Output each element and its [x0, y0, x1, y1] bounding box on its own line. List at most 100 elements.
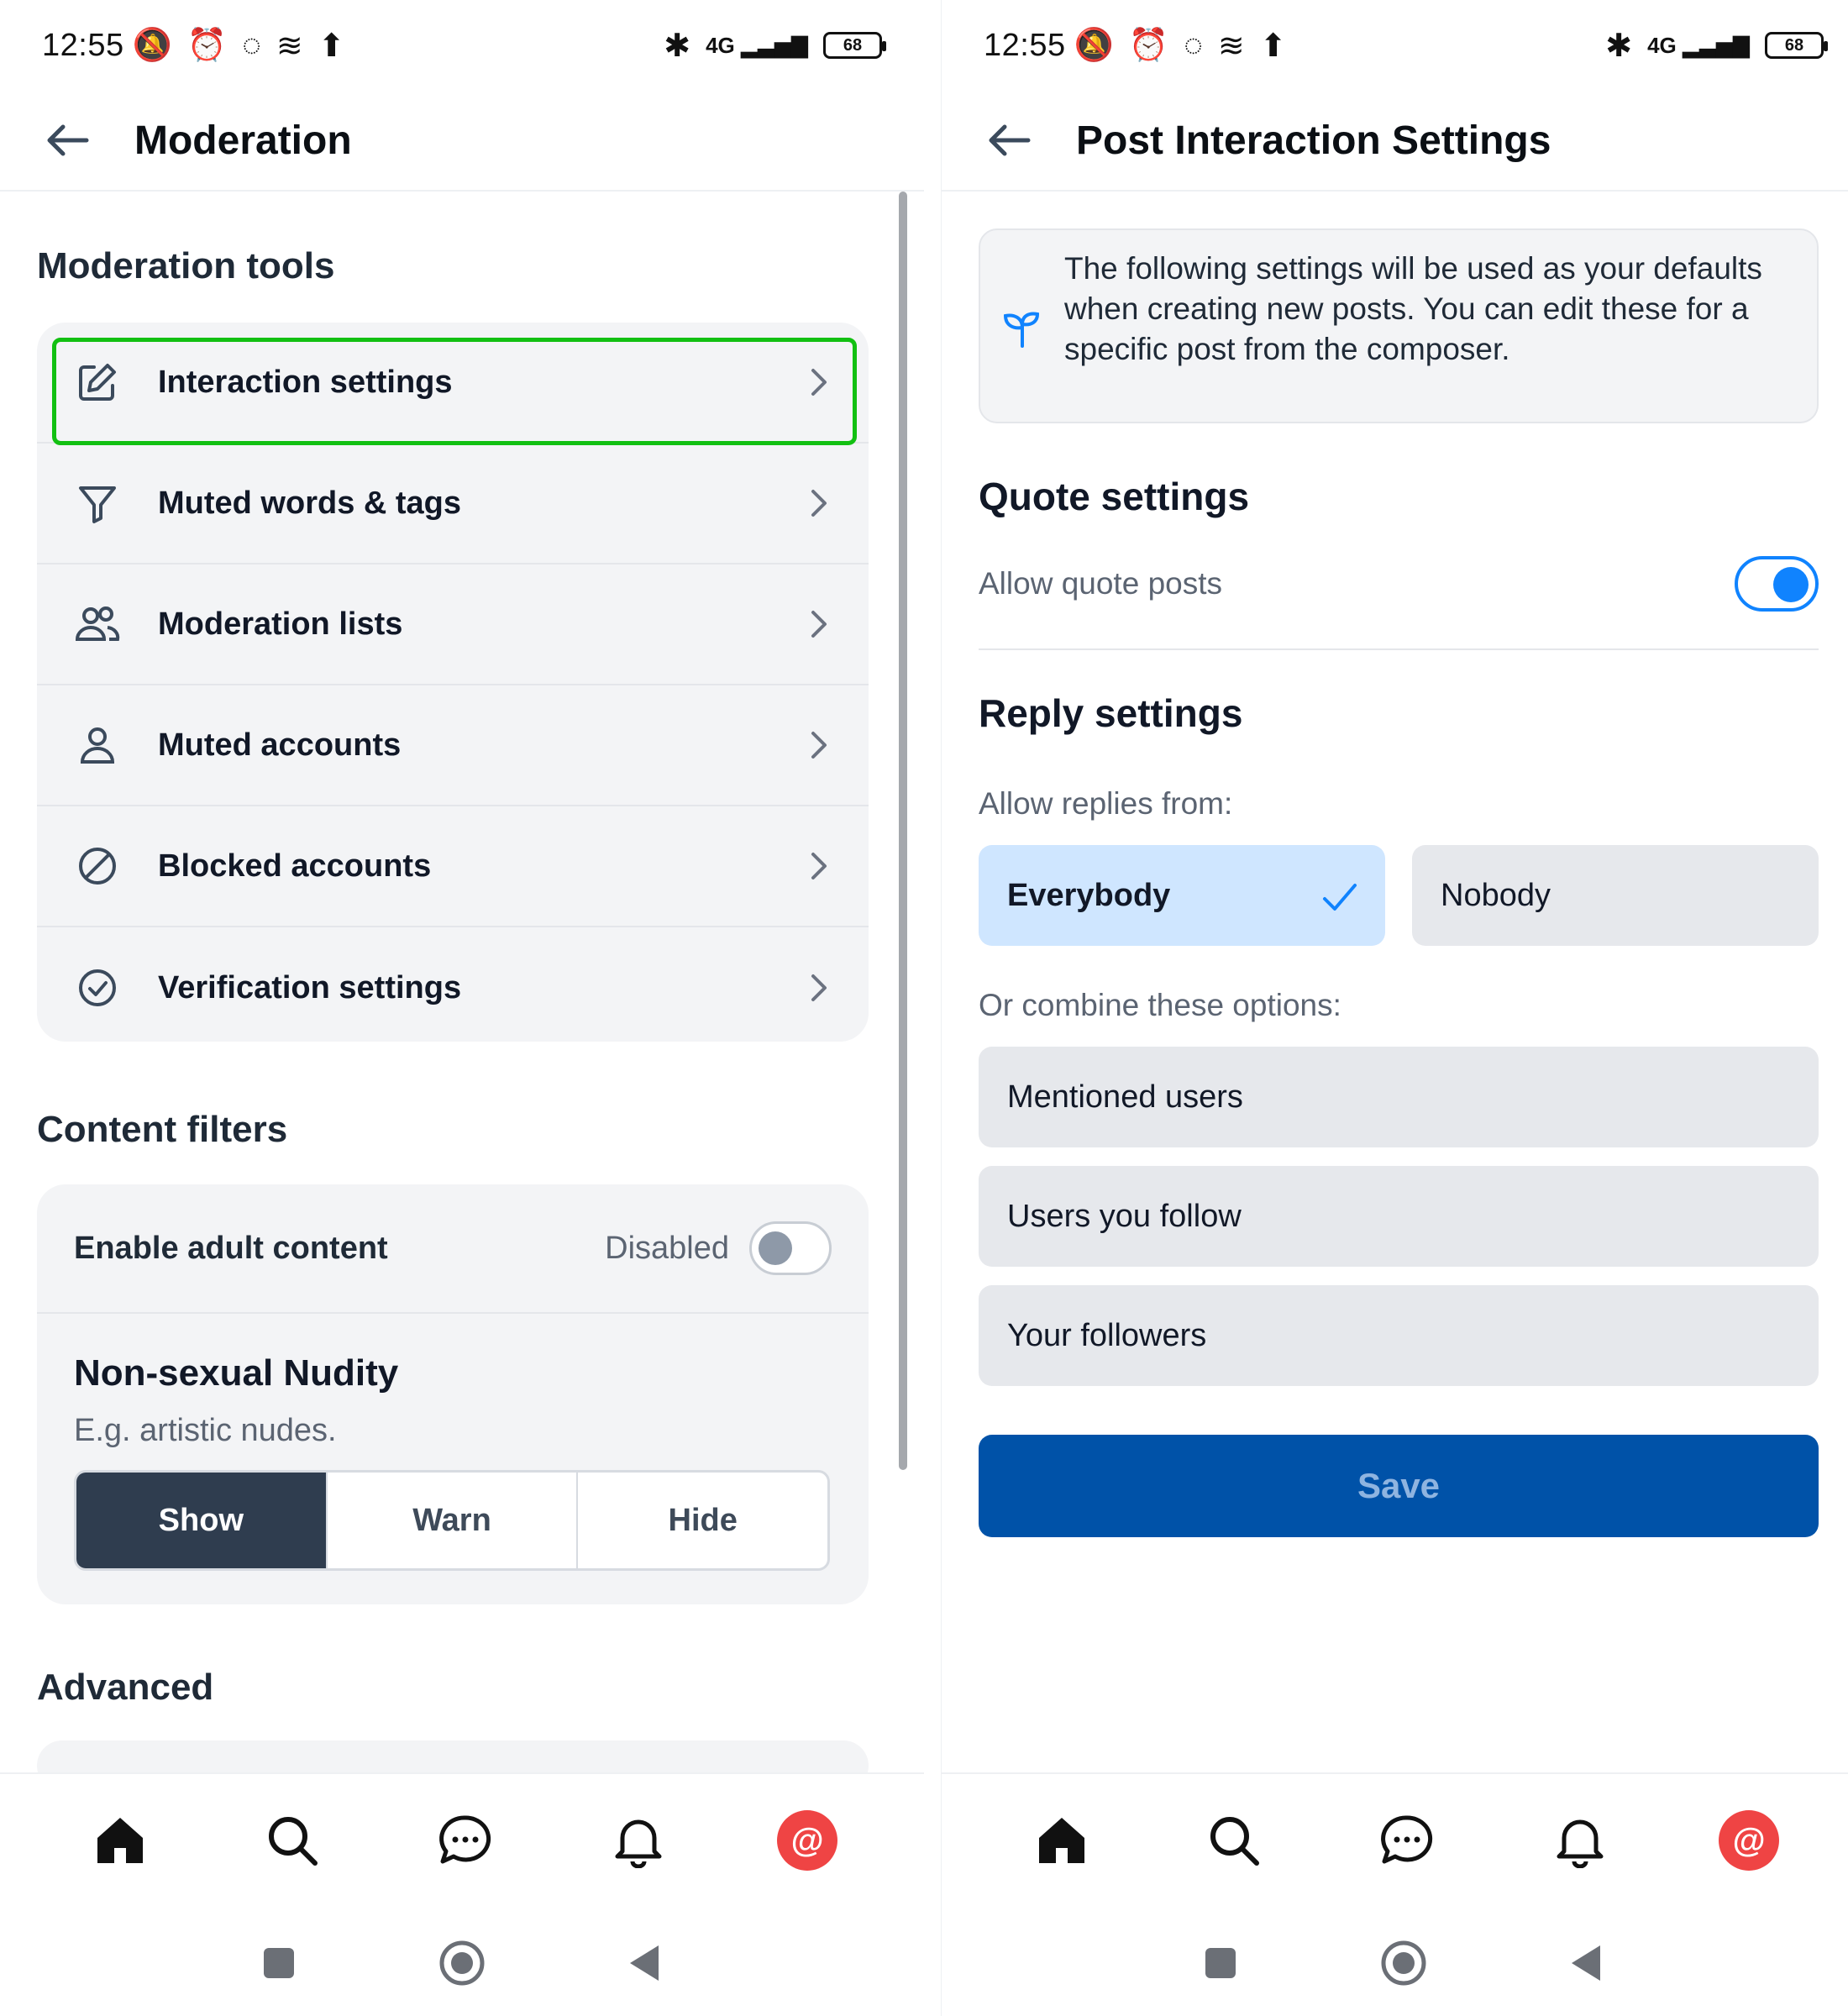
adult-content-toggle[interactable]: [749, 1221, 832, 1275]
header: Moderation: [0, 91, 924, 192]
bluetooth-icon: ✱: [664, 28, 691, 64]
filter-icon: [71, 476, 124, 530]
header: Post Interaction Settings: [942, 91, 1848, 192]
status-bar: 12:55 🔕 ⏰ ◌ ≋ ⬆ ✱ 4G ▂▃▅▇ 68: [942, 0, 1848, 91]
home-icon[interactable]: [87, 1807, 154, 1874]
upload-icon: ⬆: [318, 28, 345, 64]
layers-icon: ≋: [1217, 28, 1245, 64]
chat-icon[interactable]: [1373, 1807, 1441, 1874]
avatar[interactable]: @: [777, 1810, 838, 1871]
option-show[interactable]: Show: [76, 1473, 328, 1568]
page-title: Post Interaction Settings: [1076, 118, 1551, 163]
network-type: 4G: [706, 32, 735, 58]
bluetooth-icon: ✱: [1605, 28, 1633, 64]
menu-item-interaction-settings[interactable]: Interaction settings: [37, 323, 869, 444]
status-time: 12:55: [42, 27, 124, 63]
option-hide[interactable]: Hide: [578, 1473, 827, 1568]
battery-icon: 68: [823, 32, 886, 59]
screen-gap: [924, 0, 941, 2016]
menu-item-label: Interaction settings: [158, 364, 453, 400]
bottom-nav: @: [0, 1772, 924, 1907]
allow-quote-toggle[interactable]: [1735, 556, 1819, 612]
blocked-icon: [71, 839, 124, 893]
option-label: Your followers: [1007, 1317, 1207, 1353]
avatar[interactable]: @: [1719, 1810, 1780, 1871]
menu-item-label: Muted words & tags: [158, 485, 462, 521]
reply-option-mentioned-users[interactable]: Mentioned users: [979, 1047, 1819, 1147]
status-time: 12:55: [984, 27, 1066, 63]
reply-option-your-followers[interactable]: Your followers: [979, 1285, 1819, 1386]
check-circle-icon: [71, 961, 124, 1015]
battery-icon: 68: [1765, 32, 1828, 59]
chevron-right-icon: [811, 369, 827, 396]
home-circle-icon[interactable]: [1380, 1940, 1427, 1991]
alarm-icon: ⏰: [186, 28, 228, 63]
option-label: Everybody: [1007, 877, 1171, 913]
bell-icon[interactable]: [605, 1807, 672, 1874]
section-title-content-filters: Content filters: [37, 1109, 288, 1150]
back-arrow-icon[interactable]: [984, 115, 1034, 165]
option-warn[interactable]: Warn: [328, 1473, 579, 1568]
home-icon[interactable]: [1028, 1807, 1095, 1874]
chevron-right-icon: [811, 974, 827, 1001]
users-icon: [71, 597, 124, 651]
scrollbar[interactable]: [899, 192, 907, 1470]
check-icon: [1323, 884, 1357, 911]
alarm-icon: ⏰: [1128, 28, 1169, 63]
status-bar: 12:55 🔕 ⏰ ◌ ≋ ⬆ ✱ 4G ▂▃▅▇ 68: [0, 0, 924, 91]
whatsapp-icon: ◌: [1184, 27, 1203, 63]
system-nav: [942, 1914, 1848, 2016]
back-arrow-icon[interactable]: [42, 115, 92, 165]
menu-item-blocked-accounts[interactable]: Blocked accounts: [37, 806, 869, 927]
menu-item-label: Moderation lists: [158, 606, 403, 642]
adult-content-state: Disabled: [605, 1230, 729, 1266]
sprout-icon: [1003, 312, 1040, 348]
allow-quote-label: Allow quote posts: [979, 566, 1223, 601]
edit-icon: [71, 355, 124, 409]
nudity-segmented-control: Show Warn Hide: [74, 1470, 830, 1571]
whatsapp-icon: ◌: [242, 27, 261, 63]
notice-text: The following settings will be used as y…: [1064, 251, 1762, 366]
recents-icon[interactable]: [1204, 1946, 1237, 1984]
menu-item-moderation-lists[interactable]: Moderation lists: [37, 564, 869, 685]
signal-icon: 4G ▂▃▅▇: [1647, 32, 1750, 58]
home-circle-icon[interactable]: [438, 1940, 486, 1991]
search-icon[interactable]: [1200, 1807, 1268, 1874]
reply-option-nobody[interactable]: Nobody: [1412, 845, 1819, 946]
chevron-right-icon: [811, 611, 827, 638]
adult-content-label: Enable adult content: [74, 1230, 388, 1266]
chat-icon[interactable]: [432, 1807, 499, 1874]
nudity-title: Non-sexual Nudity: [74, 1352, 399, 1394]
section-title-moderation-tools: Moderation tools: [37, 245, 335, 286]
moderation-screen: 12:55 🔕 ⏰ ◌ ≋ ⬆ ✱ 4G ▂▃▅▇ 68 Moderation …: [0, 0, 924, 2016]
menu-item-muted-words[interactable]: Muted words & tags: [37, 444, 869, 564]
option-label: Nobody: [1441, 877, 1551, 913]
content-filters-card: Enable adult content Disabled Non-sexual…: [37, 1184, 869, 1604]
upload-icon: ⬆: [1259, 28, 1287, 64]
network-type: 4G: [1647, 32, 1677, 58]
quote-settings-title: Quote settings: [979, 475, 1250, 518]
chevron-right-icon: [811, 490, 827, 517]
combine-options-label: Or combine these options:: [979, 988, 1341, 1022]
bell-icon[interactable]: [1546, 1807, 1614, 1874]
system-nav: [0, 1914, 924, 2016]
back-triangle-icon[interactable]: [628, 1944, 662, 1987]
reply-option-everybody[interactable]: Everybody: [979, 845, 1385, 946]
page-title: Moderation: [134, 118, 352, 163]
menu-item-label: Verification settings: [158, 969, 462, 1005]
bottom-nav: @: [942, 1772, 1848, 1907]
menu-item-label: Muted accounts: [158, 727, 402, 763]
allow-replies-label: Allow replies from:: [979, 786, 1233, 821]
reply-settings-title: Reply settings: [979, 691, 1243, 735]
back-triangle-icon[interactable]: [1570, 1944, 1604, 1987]
search-icon[interactable]: [259, 1807, 326, 1874]
save-button[interactable]: Save: [979, 1435, 1819, 1537]
menu-item-verification-settings[interactable]: Verification settings: [37, 927, 869, 1042]
menu-item-label: Blocked accounts: [158, 848, 432, 884]
mute-icon: 🔕: [132, 28, 172, 63]
recents-icon[interactable]: [262, 1946, 296, 1984]
signal-icon: 4G ▂▃▅▇: [706, 32, 808, 58]
mute-icon: 🔕: [1074, 28, 1114, 63]
reply-option-users-you-follow[interactable]: Users you follow: [979, 1166, 1819, 1267]
menu-item-muted-accounts[interactable]: Muted accounts: [37, 685, 869, 806]
